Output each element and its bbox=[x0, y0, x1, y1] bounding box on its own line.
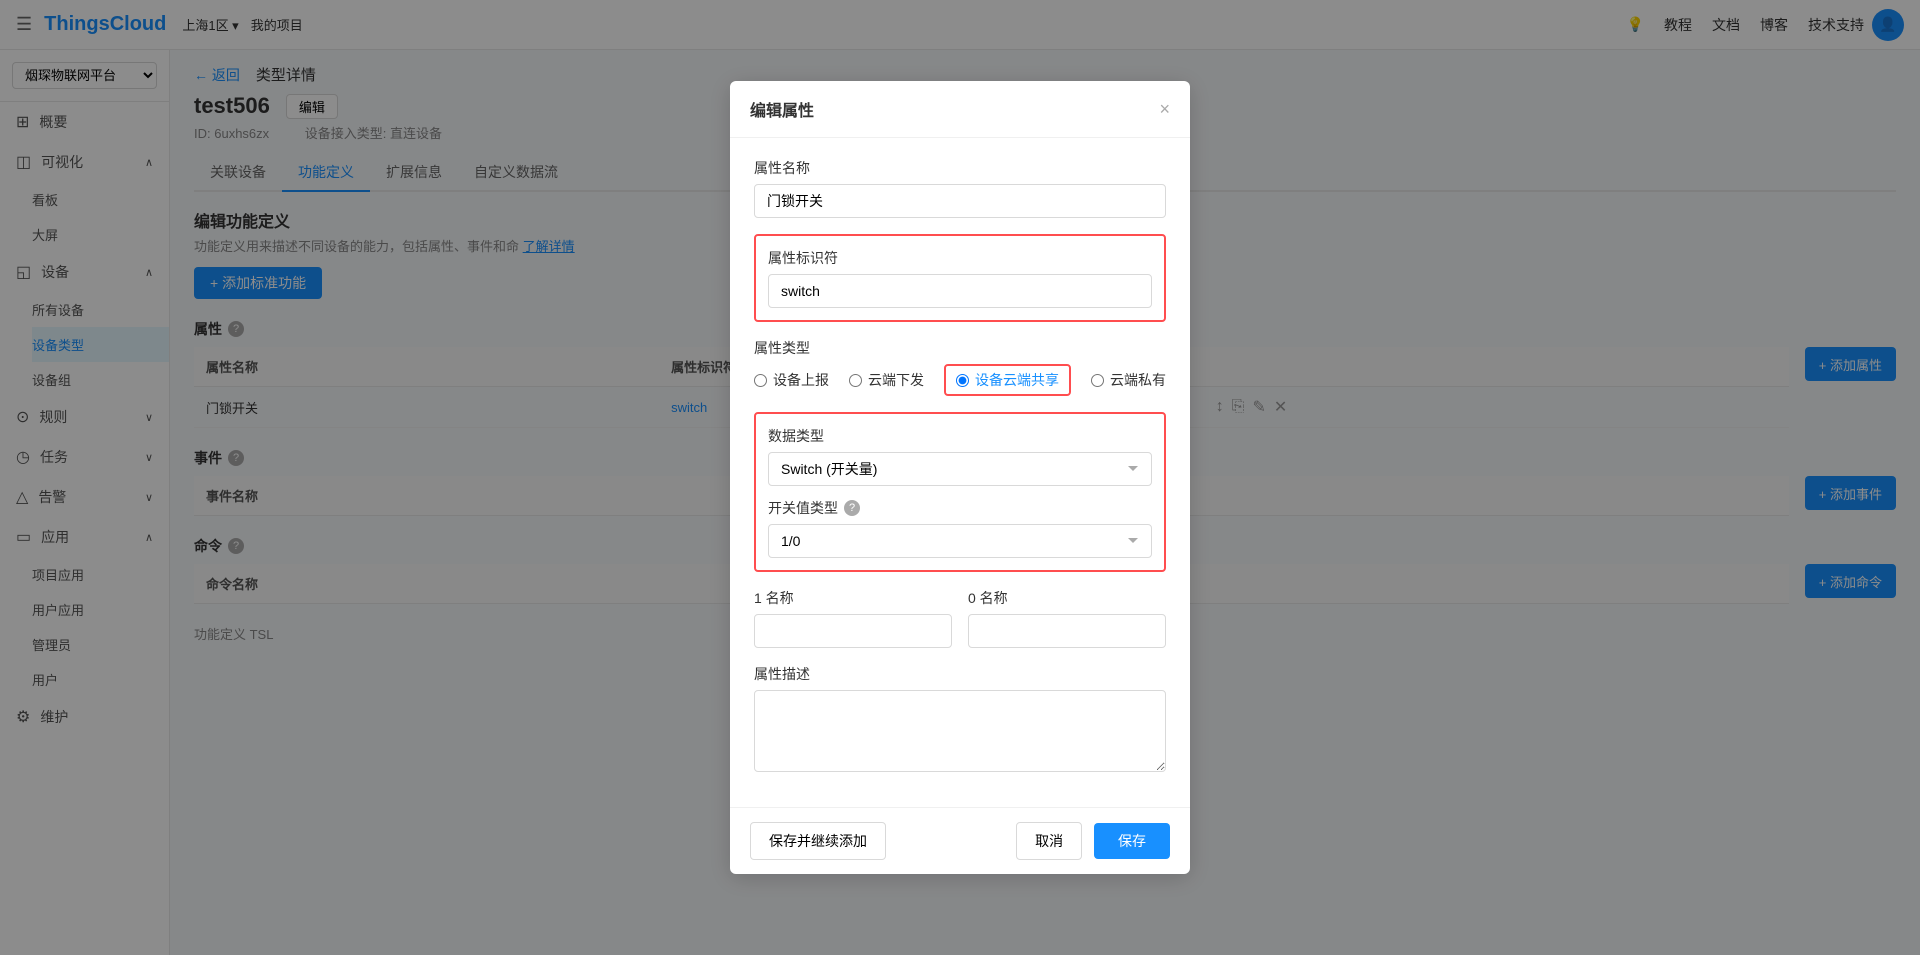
prop-identifier-input[interactable] bbox=[768, 274, 1152, 308]
modal-overlay: 编辑属性 × 属性名称 属性标识符 属性类型 设备上报 bbox=[0, 0, 1920, 955]
prop-type-group: 属性类型 设备上报 云端下发 设备云端共享 bbox=[754, 338, 1166, 396]
prop-type-radios: 设备上报 云端下发 设备云端共享 云端私有 bbox=[754, 364, 1166, 396]
dialog-body: 属性名称 属性标识符 属性类型 设备上报 云端下发 bbox=[730, 138, 1190, 807]
dialog-header: 编辑属性 × bbox=[730, 81, 1190, 138]
save-button[interactable]: 保存 bbox=[1094, 823, 1170, 859]
switch-type-label: 开关值类型 bbox=[768, 498, 838, 518]
switch-type-select[interactable]: 1/0 bbox=[768, 524, 1152, 558]
cancel-button[interactable]: 取消 bbox=[1016, 822, 1082, 860]
prop-identifier-label: 属性标识符 bbox=[768, 248, 1152, 268]
one-label-input[interactable] bbox=[754, 614, 952, 648]
dialog-footer: 保存并继续添加 取消 保存 bbox=[730, 807, 1190, 874]
data-type-label: 数据类型 bbox=[768, 426, 1152, 446]
data-type-group: 数据类型 Switch (开关量) bbox=[768, 426, 1152, 486]
radio-cloudprivate[interactable]: 云端私有 bbox=[1091, 370, 1166, 390]
edit-attribute-dialog: 编辑属性 × 属性名称 属性标识符 属性类型 设备上报 bbox=[730, 81, 1190, 874]
switch-type-info-icon: ? bbox=[844, 500, 860, 516]
data-type-select[interactable]: Switch (开关量) bbox=[768, 452, 1152, 486]
desc-group: 属性描述 bbox=[754, 664, 1166, 775]
prop-name-input[interactable] bbox=[754, 184, 1166, 218]
radio-upload[interactable]: 设备上报 bbox=[754, 370, 829, 390]
dialog-close-button[interactable]: × bbox=[1159, 99, 1170, 120]
dialog-title: 编辑属性 bbox=[750, 97, 814, 121]
one-label-title: 1 名称 bbox=[754, 588, 952, 608]
desc-label: 属性描述 bbox=[754, 664, 1166, 684]
one-label-group: 1 名称 bbox=[754, 588, 952, 648]
prop-name-label: 属性名称 bbox=[754, 158, 1166, 178]
prop-name-group: 属性名称 bbox=[754, 158, 1166, 218]
zero-label-group: 0 名称 bbox=[968, 588, 1166, 648]
switch-type-group: 开关值类型 ? 1/0 bbox=[768, 498, 1152, 558]
dialog-right-buttons: 取消 保存 bbox=[1016, 822, 1170, 860]
desc-textarea[interactable] bbox=[754, 690, 1166, 772]
data-type-section: 数据类型 Switch (开关量) 开关值类型 ? 1/0 bbox=[754, 412, 1166, 572]
zero-label-input[interactable] bbox=[968, 614, 1166, 648]
prop-identifier-group: 属性标识符 bbox=[754, 234, 1166, 322]
save-continue-button[interactable]: 保存并继续添加 bbox=[750, 822, 886, 860]
zero-label-title: 0 名称 bbox=[968, 588, 1166, 608]
value-names-group: 1 名称 0 名称 bbox=[754, 588, 1166, 648]
radio-clouddown[interactable]: 云端下发 bbox=[849, 370, 924, 390]
prop-type-label: 属性类型 bbox=[754, 338, 1166, 358]
radio-cloudshare[interactable]: 设备云端共享 bbox=[944, 364, 1071, 396]
